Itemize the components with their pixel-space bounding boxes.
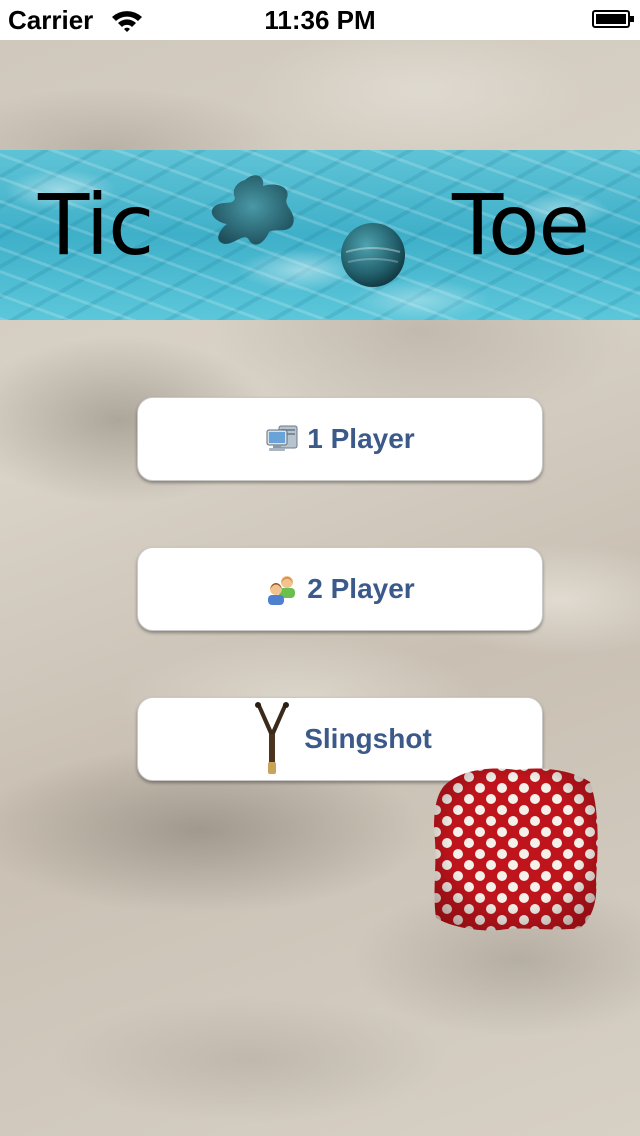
computer-icon: [266, 425, 298, 451]
slingshot-icon: [255, 702, 290, 774]
polka-dot-beanbag-icon: [434, 768, 598, 931]
one-player-button[interactable]: 1 Player: [137, 397, 543, 481]
battery-icon: [592, 10, 634, 28]
ball-o-icon: [341, 223, 405, 287]
title-word-toe: Toe: [452, 176, 590, 274]
splat-x-icon: [211, 175, 294, 245]
two-player-button[interactable]: 2 Player: [137, 547, 543, 631]
clock-time: 11:36 PM: [264, 5, 376, 35]
title-banner: Tic Toe: [0, 150, 640, 320]
two-player-label: 2 Player: [307, 573, 415, 604]
status-bar: Carrier 11:36 PM: [0, 0, 640, 40]
one-player-label: 1 Player: [307, 423, 415, 454]
title-word-tic: Tic: [38, 176, 154, 274]
users-icon: [268, 576, 296, 605]
slingshot-label: Slingshot: [304, 723, 432, 754]
